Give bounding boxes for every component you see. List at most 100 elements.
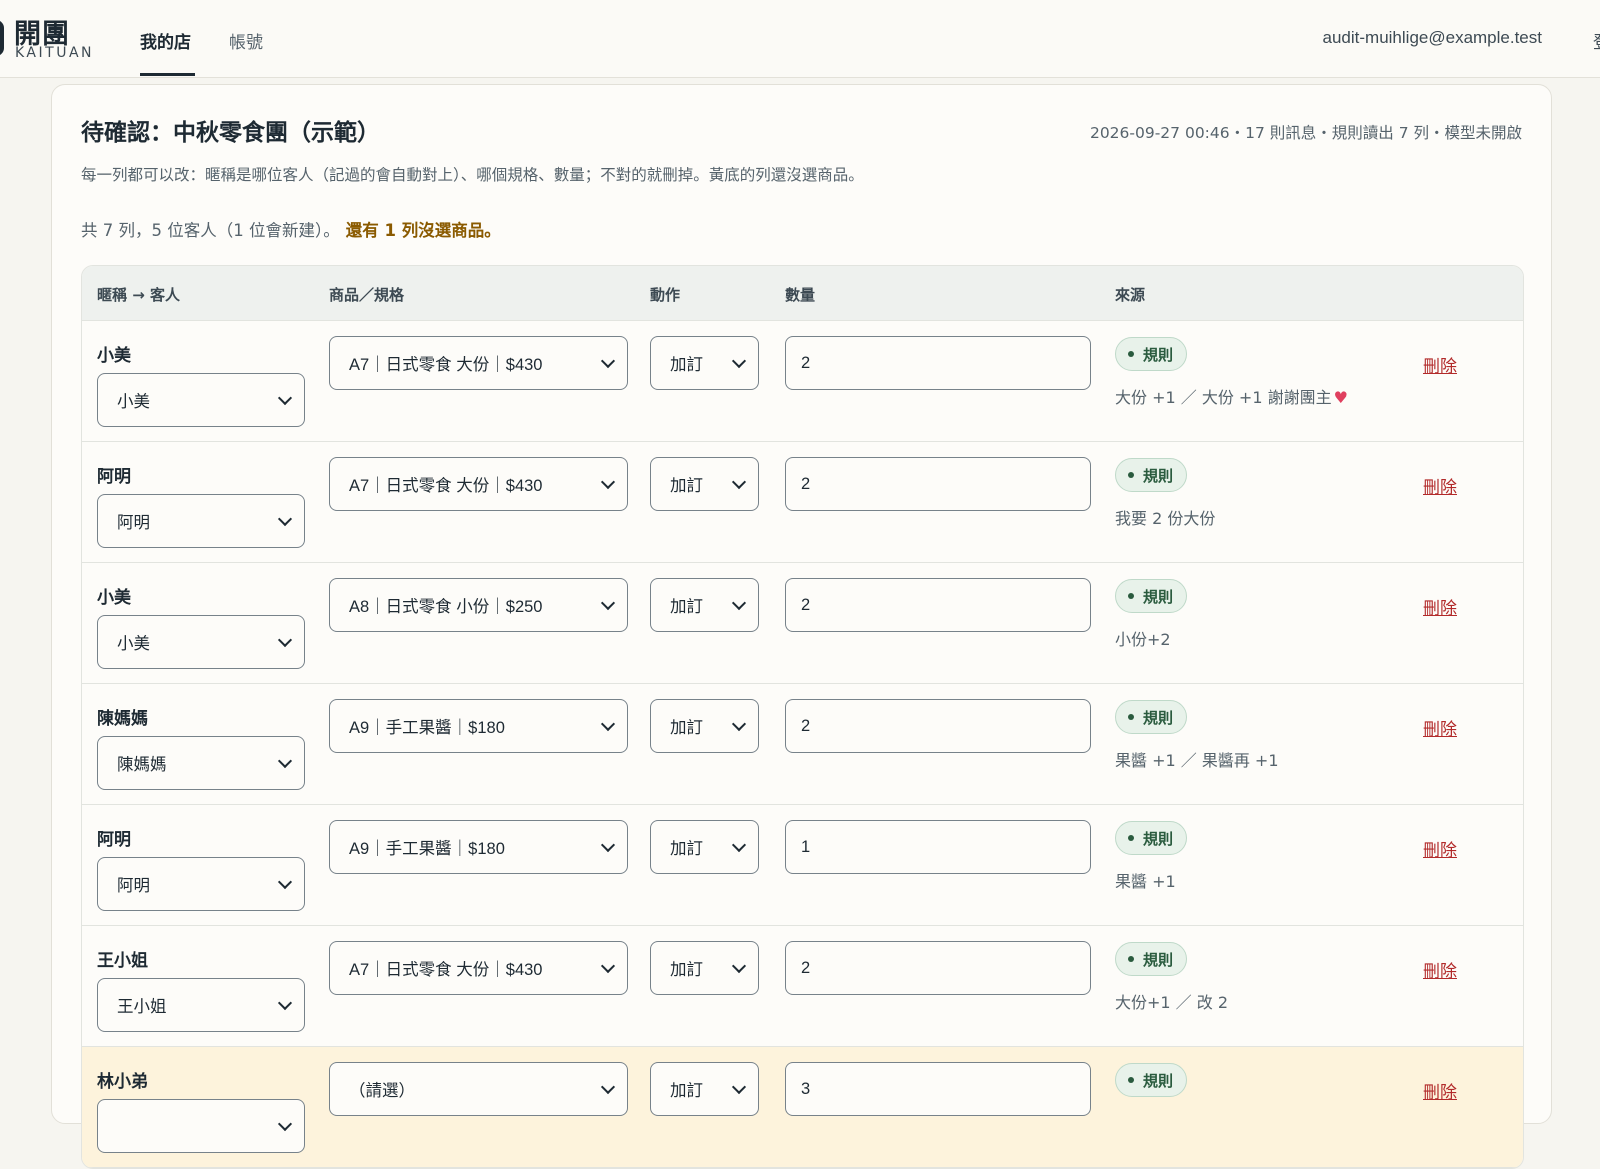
- quantity-input[interactable]: [785, 457, 1091, 511]
- column-header-nickname: 暱稱 → 客人: [97, 286, 181, 304]
- row-nickname: 阿明: [97, 830, 131, 850]
- product-select[interactable]: A9｜手工果醬｜$180: [329, 699, 628, 753]
- customer-select[interactable]: 小美: [97, 615, 305, 669]
- nav-tab-my-store[interactable]: 我的店: [140, 28, 191, 53]
- row-nickname: 小美: [97, 346, 131, 366]
- customer-select[interactable]: [97, 1099, 305, 1153]
- delete-row-link[interactable]: 刪除: [1423, 594, 1457, 619]
- action-select[interactable]: 加訂: [650, 820, 759, 874]
- quantity-input[interactable]: [785, 941, 1091, 995]
- action-select-value: 加訂: [670, 598, 703, 616]
- chevron-down-icon: [600, 958, 616, 973]
- chevron-down-icon: [731, 1079, 747, 1094]
- source-badge-label: 規則: [1143, 829, 1174, 848]
- product-select[interactable]: A9｜手工果醬｜$180: [329, 820, 628, 874]
- chevron-down-icon: [277, 874, 293, 889]
- source-badge: 規則: [1115, 942, 1188, 976]
- product-select[interactable]: （請選）: [329, 1062, 628, 1116]
- delete-row-link[interactable]: 刪除: [1423, 473, 1457, 498]
- product-select-value: （請選）: [349, 1082, 415, 1100]
- source-text: 小份+2: [1115, 626, 1173, 650]
- table-row: 阿明阿明A7｜日式零食 大份｜$430加訂規則我要 2 份大份刪除: [82, 442, 1523, 563]
- product-select[interactable]: A7｜日式零食 大份｜$430: [329, 941, 628, 995]
- column-header-source: 來源: [1115, 286, 1146, 304]
- customer-select-value: 阿明: [117, 514, 150, 532]
- source-message: 大份+1 ／ 改 2: [1115, 993, 1229, 1012]
- quantity-input[interactable]: [785, 578, 1091, 632]
- quantity-input[interactable]: [785, 820, 1091, 874]
- action-select-value: 加訂: [670, 1082, 703, 1100]
- row-nickname: 阿明: [97, 467, 131, 487]
- customer-select-value: 阿明: [117, 877, 150, 895]
- table-row: 王小姐王小姐A7｜日式零食 大份｜$430加訂規則大份+1 ／ 改 2刪除: [82, 926, 1523, 1047]
- top-bar: 開團 KAITUAN 我的店 帳號 audit-muihlige@example…: [0, 0, 1600, 78]
- source-message: 我要 2 份大份: [1115, 509, 1216, 528]
- source-badge-label: 規則: [1143, 587, 1174, 606]
- summary: 共 7 列，5 位客人（1 位會新建）。 還有 1 列沒選商品。: [81, 217, 501, 241]
- row-nickname: 小美: [97, 588, 131, 608]
- quantity-input[interactable]: [785, 699, 1091, 753]
- user-menu-clipped[interactable]: 登: [1593, 28, 1600, 53]
- table-header: 暱稱 → 客人 商品／規格 動作 數量 來源: [82, 266, 1523, 321]
- table-row: 林小弟 （請選） 加訂 規則 刪除: [82, 1047, 1523, 1168]
- source-badge: 規則: [1115, 337, 1188, 371]
- summary-warning: 還有 1 列沒選商品。: [345, 221, 501, 240]
- product-select[interactable]: A8｜日式零食 小份｜$250: [329, 578, 628, 632]
- product-select[interactable]: A7｜日式零食 大份｜$430: [329, 336, 628, 390]
- delete-row-link[interactable]: 刪除: [1423, 1078, 1457, 1103]
- customer-select[interactable]: 王小姐: [97, 978, 305, 1032]
- customer-select[interactable]: 阿明: [97, 857, 305, 911]
- action-select-value: 加訂: [670, 719, 703, 737]
- chevron-down-icon: [600, 595, 616, 610]
- product-select-value: A9｜手工果醬｜$180: [349, 840, 505, 858]
- source-text: 我要 2 份大份: [1115, 505, 1217, 529]
- source-badge-label: 規則: [1143, 345, 1174, 364]
- customer-select[interactable]: 陳媽媽: [97, 736, 305, 790]
- customer-select[interactable]: 小美: [97, 373, 305, 427]
- nav-active-indicator: [140, 73, 195, 76]
- heart-icon: ♥: [1333, 388, 1348, 407]
- delete-row-link[interactable]: 刪除: [1423, 715, 1457, 740]
- source-text: 果醬 +1 ／ 果醬再 +1: [1115, 747, 1281, 771]
- source-message: 大份 +1 ／ 大份 +1 謝謝團主: [1115, 388, 1332, 407]
- column-header-quantity: 數量: [785, 286, 816, 304]
- chevron-down-icon: [731, 716, 747, 731]
- chevron-down-icon: [277, 753, 293, 768]
- product-select-value: A7｜日式零食 大份｜$430: [349, 477, 543, 495]
- source-badge-label: 規則: [1143, 708, 1174, 727]
- summary-text: 共 7 列，5 位客人（1 位會新建）。: [81, 221, 340, 240]
- action-select[interactable]: 加訂: [650, 1062, 759, 1116]
- chevron-down-icon: [600, 837, 616, 852]
- delete-row-link[interactable]: 刪除: [1423, 957, 1457, 982]
- source-badge: 規則: [1115, 700, 1188, 734]
- badge-dot-icon: [1128, 956, 1134, 962]
- action-select[interactable]: 加訂: [650, 941, 759, 995]
- action-select[interactable]: 加訂: [650, 336, 759, 390]
- badge-dot-icon: [1128, 1077, 1134, 1083]
- product-select-value: A7｜日式零食 大份｜$430: [349, 356, 543, 374]
- source-badge-label: 規則: [1143, 466, 1174, 485]
- row-nickname: 王小姐: [97, 951, 148, 971]
- product-select[interactable]: A7｜日式零食 大份｜$430: [329, 457, 628, 511]
- quantity-input[interactable]: [785, 336, 1091, 390]
- chevron-down-icon: [731, 837, 747, 852]
- action-select[interactable]: 加訂: [650, 699, 759, 753]
- logo-subtitle: KAITUAN: [15, 45, 94, 61]
- delete-row-link[interactable]: 刪除: [1423, 352, 1457, 377]
- nav-tab-account[interactable]: 帳號: [229, 28, 263, 53]
- page-meta: 2026-09-27 00:46・17 則訊息・規則讀出 7 列・模型未開啟: [1089, 124, 1522, 142]
- customer-select[interactable]: 阿明: [97, 494, 305, 548]
- chevron-down-icon: [277, 390, 293, 405]
- chevron-down-icon: [277, 995, 293, 1010]
- action-select-value: 加訂: [670, 477, 703, 495]
- chevron-down-icon: [600, 1079, 616, 1094]
- table-row: 小美小美A8｜日式零食 小份｜$250加訂規則小份+2刪除: [82, 563, 1523, 684]
- quantity-input[interactable]: [785, 1062, 1091, 1116]
- chevron-down-icon: [600, 353, 616, 368]
- badge-dot-icon: [1128, 472, 1134, 478]
- source-badge-label: 規則: [1143, 1071, 1174, 1090]
- delete-row-link[interactable]: 刪除: [1423, 836, 1457, 861]
- source-badge-label: 規則: [1143, 950, 1174, 969]
- action-select[interactable]: 加訂: [650, 578, 759, 632]
- action-select[interactable]: 加訂: [650, 457, 759, 511]
